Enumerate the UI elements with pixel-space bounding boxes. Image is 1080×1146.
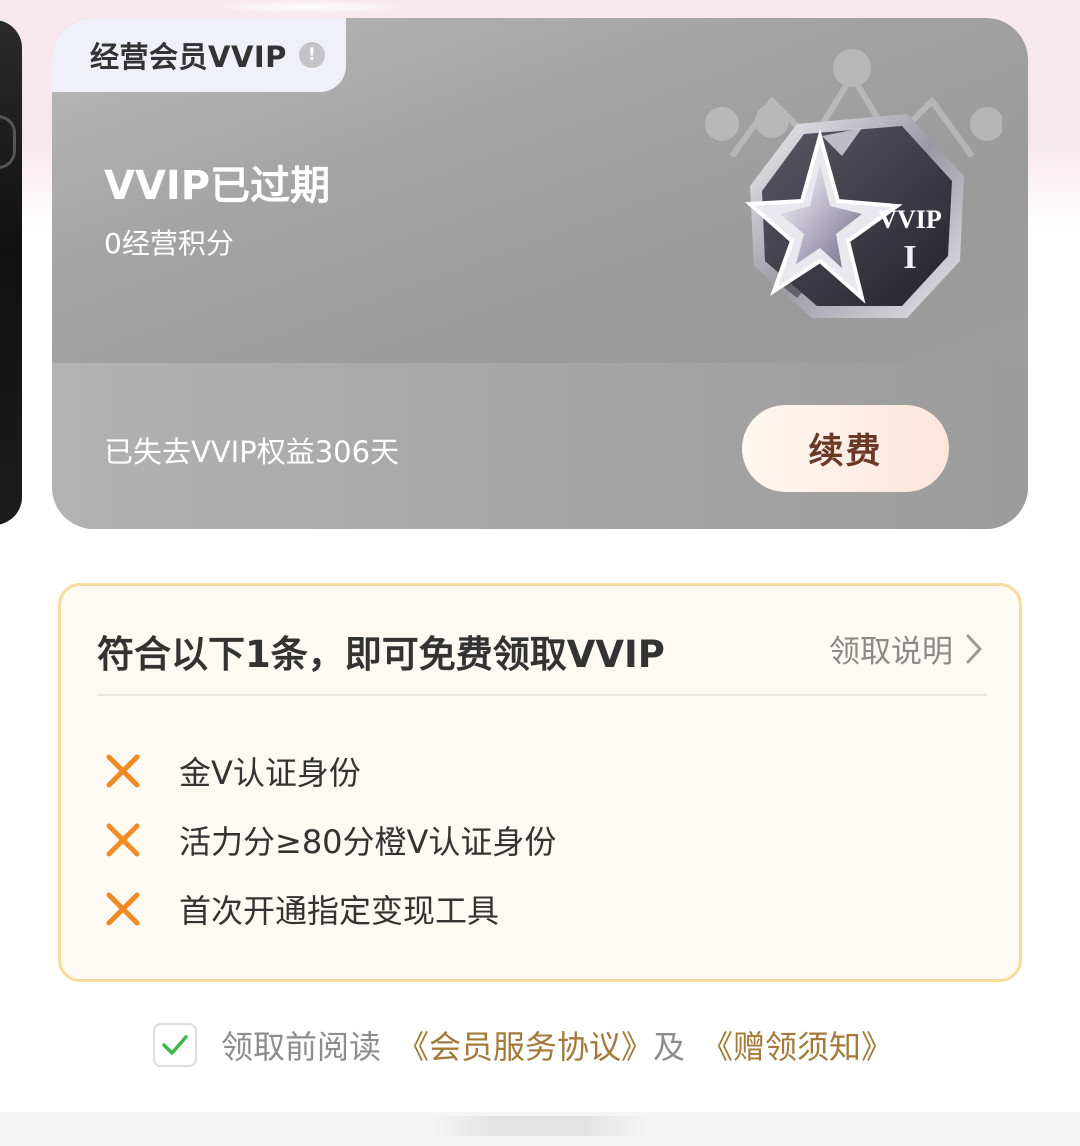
unmet-cross-icon: [106, 892, 140, 926]
condition-item: 活力分≥80分橙V认证身份: [103, 815, 556, 865]
divider: [97, 694, 987, 696]
membership-status: VVIP已过期: [104, 163, 331, 209]
check-icon: [162, 1035, 188, 1055]
condition-label: 活力分≥80分橙V认证身份: [179, 823, 557, 861]
bottom-bar-decoration: [430, 1116, 650, 1136]
card-decoration: [0, 115, 16, 169]
vvip-page: 经营会员VVIP ! VVIP已过期 0经营积分 VVIP I 已失去VVIP权…: [0, 0, 1080, 1146]
bottom-bar: [0, 1112, 1080, 1146]
member-service-agreement-link[interactable]: 《会员服务协议》: [397, 1022, 653, 1068]
condition-item: 首次开通指定变现工具: [103, 884, 499, 934]
claim-instructions-label: 领取说明: [829, 634, 953, 670]
unmet-cross-icon: [106, 754, 140, 788]
membership-tag-label: 经营会员VVIP: [90, 40, 287, 74]
condition-item: 金V认证身份: [103, 746, 361, 796]
condition-label: 首次开通指定变现工具: [179, 892, 500, 930]
badge-level-text: I: [903, 239, 916, 276]
previous-membership-card[interactable]: [0, 20, 22, 525]
claim-instructions-link[interactable]: 领取说明: [829, 626, 985, 671]
agreement-prefix: 领取前阅读: [221, 1028, 382, 1066]
header-decoration: [210, 0, 410, 14]
vvip-membership-card: 经营会员VVIP ! VVIP已过期 0经营积分 VVIP I 已失去VVIP权…: [52, 18, 1028, 529]
gift-claim-notice-link[interactable]: 《赠领须知》: [701, 1022, 893, 1068]
eligibility-title: 符合以下1条，即可免费领取VVIP: [97, 633, 665, 676]
badge-vvip-text: VVIP: [878, 205, 942, 234]
condition-label: 金V认证身份: [179, 754, 361, 792]
business-points: 0经营积分: [104, 227, 234, 260]
vvip-level-badge-icon: VVIP I: [705, 49, 1002, 318]
agreement-joiner: 及: [653, 1028, 686, 1066]
agreement-checkbox[interactable]: [153, 1023, 197, 1067]
lost-benefits-duration: 已失去VVIP权益306天: [104, 435, 400, 469]
chevron-right-icon: [966, 634, 982, 663]
renew-button[interactable]: 续费: [742, 405, 949, 492]
membership-tag: 经营会员VVIP !: [52, 18, 346, 92]
unmet-cross-icon: [106, 823, 140, 857]
info-icon[interactable]: !: [298, 42, 325, 68]
free-vvip-eligibility-panel: 符合以下1条，即可免费领取VVIP 领取说明 金V认证身份 活力分≥80分橙V认…: [58, 583, 1022, 982]
agreement-row: 领取前阅读 《会员服务协议》 及 《赠领须知》: [153, 1020, 893, 1070]
